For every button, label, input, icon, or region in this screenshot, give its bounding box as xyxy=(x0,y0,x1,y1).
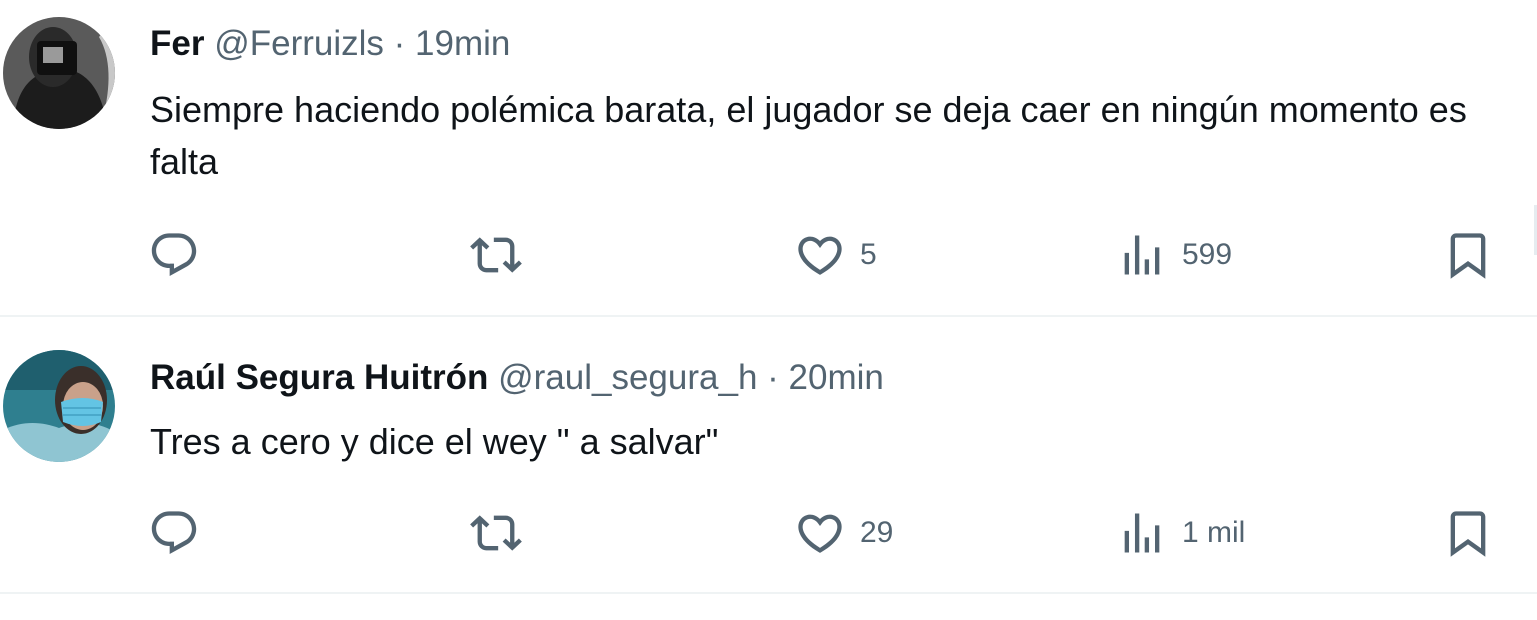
repost-button[interactable] xyxy=(470,502,522,564)
tweet-header: Fer @Ferruizls · 19min xyxy=(150,22,510,66)
action-bar: 5 599 xyxy=(0,224,1537,286)
views-icon xyxy=(1124,513,1160,553)
tweet-card[interactable]: Fer @Ferruizls · 19min Siempre haciendo … xyxy=(0,0,1537,317)
bookmark-icon xyxy=(1450,233,1486,279)
timestamp[interactable]: 20min xyxy=(789,358,884,397)
heart-icon xyxy=(798,514,842,553)
display-name[interactable]: Raúl Segura Huitrón xyxy=(150,358,488,397)
separator-dot: · xyxy=(767,358,779,397)
heart-icon xyxy=(798,236,842,275)
avatar-photo-dark-icon xyxy=(3,17,115,129)
reply-button[interactable] xyxy=(148,224,200,286)
avatar[interactable] xyxy=(3,350,115,462)
like-button[interactable]: 29 xyxy=(794,502,893,564)
reply-button[interactable] xyxy=(148,502,200,564)
repost-icon xyxy=(470,515,522,551)
view-count: 1 mil xyxy=(1182,516,1246,549)
like-count: 29 xyxy=(860,516,894,549)
user-handle[interactable]: @Ferruizls xyxy=(214,24,384,63)
like-button[interactable]: 5 xyxy=(794,224,877,286)
like-count: 5 xyxy=(860,238,877,271)
display-name[interactable]: Fer xyxy=(150,24,204,63)
separator-dot: · xyxy=(393,24,406,63)
repost-icon xyxy=(470,237,522,273)
tweet-text: Tres a cero y dice el wey " a salvar" xyxy=(150,421,719,462)
tweet-text: Siempre haciendo polémica barata, el jug… xyxy=(150,89,1467,182)
tweet-divider xyxy=(0,592,1537,594)
reply-icon xyxy=(151,511,197,555)
timestamp[interactable]: 19min xyxy=(415,24,510,63)
bookmark-button[interactable] xyxy=(1442,224,1494,286)
avatar-photo-masked-icon xyxy=(3,350,115,462)
views-button[interactable]: 599 xyxy=(1116,224,1232,286)
tweet-header: Raúl Segura Huitrón @raul_segura_h · 20m… xyxy=(150,356,884,400)
repost-button[interactable] xyxy=(470,224,522,286)
reply-feed: Fer @Ferruizls · 19min Siempre haciendo … xyxy=(0,0,1537,620)
reply-icon xyxy=(151,233,197,277)
action-bar: 29 1 mil xyxy=(0,502,1537,564)
bookmark-icon xyxy=(1450,511,1486,557)
tweet-card[interactable]: Raúl Segura Huitrón @raul_segura_h · 20m… xyxy=(0,317,1537,594)
avatar[interactable] xyxy=(3,17,115,129)
view-count: 599 xyxy=(1182,238,1233,271)
views-button[interactable]: 1 mil xyxy=(1116,502,1245,564)
bookmark-button[interactable] xyxy=(1442,502,1494,564)
views-icon xyxy=(1124,235,1160,275)
user-handle[interactable]: @raul_segura_h xyxy=(498,358,757,397)
